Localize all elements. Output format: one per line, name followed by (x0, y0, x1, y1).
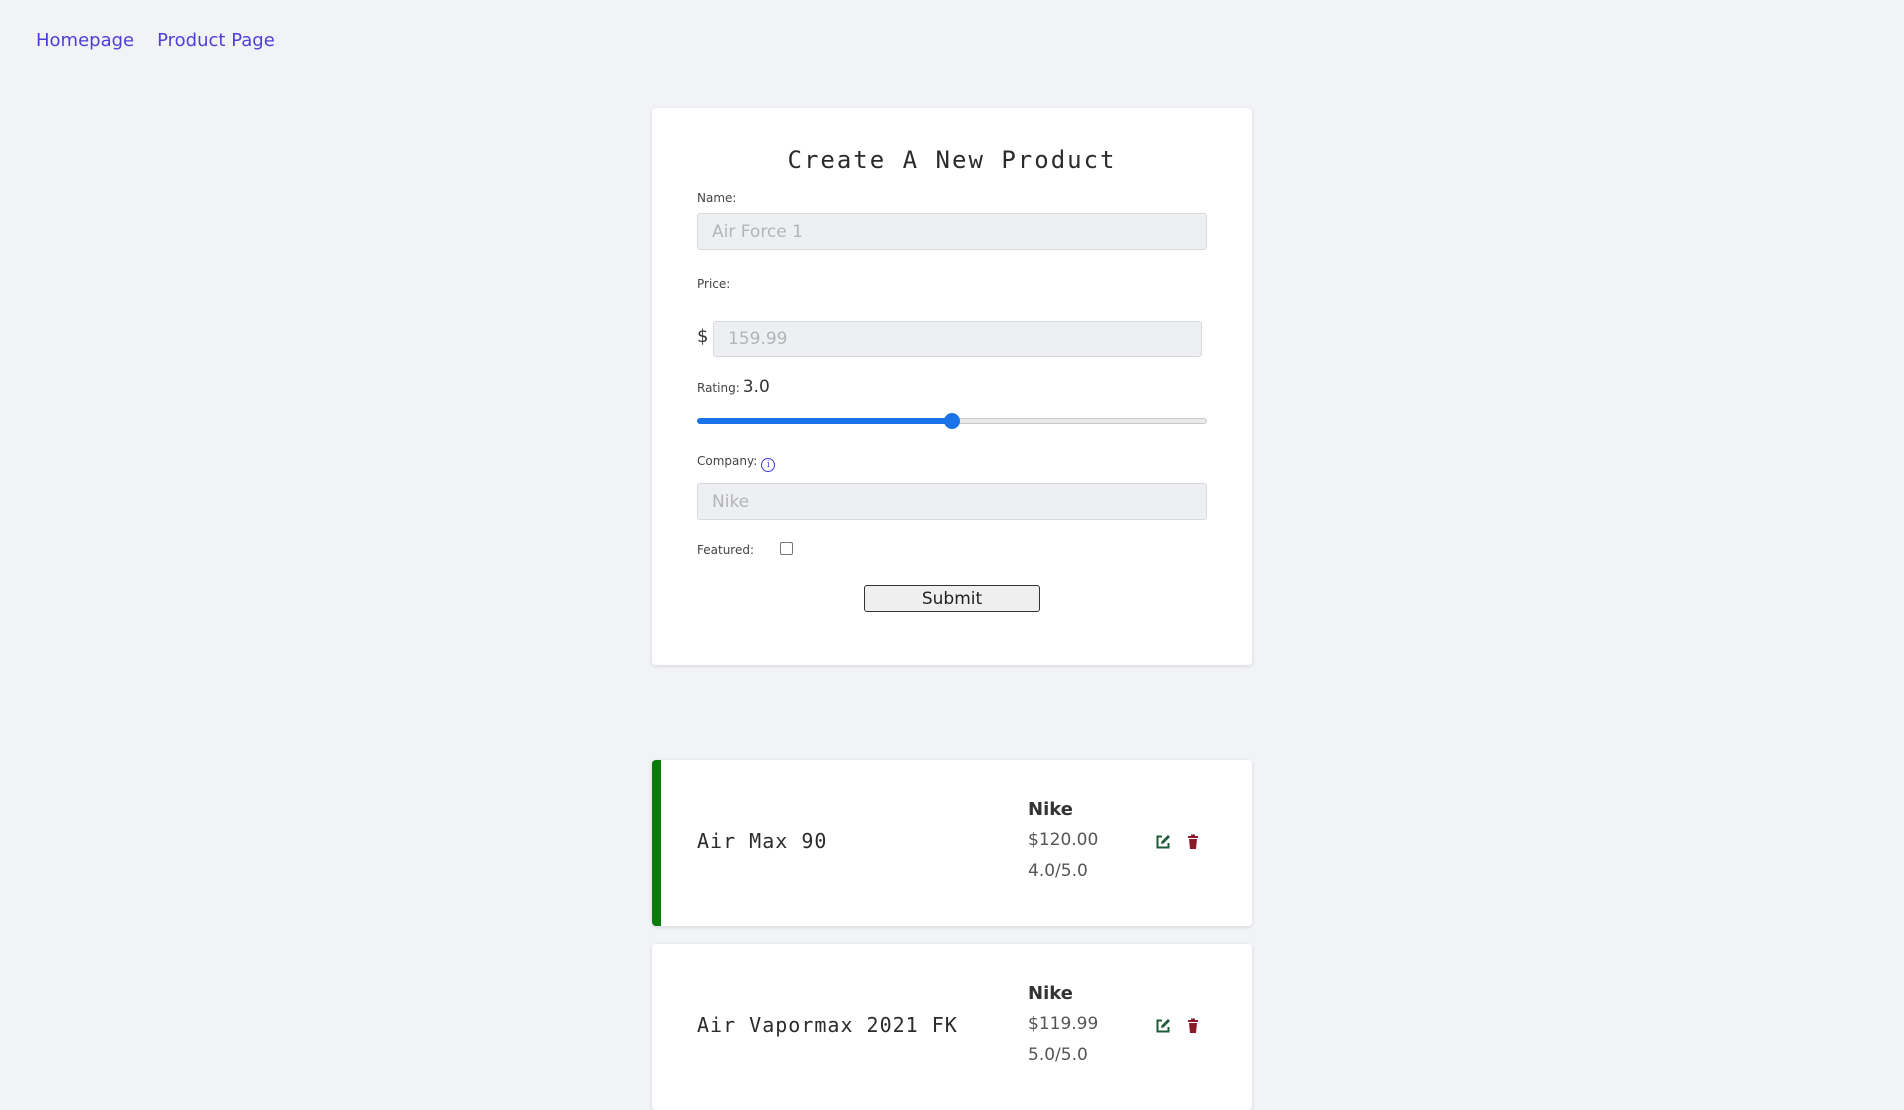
submit-button[interactable]: Submit (864, 585, 1040, 612)
edit-icon[interactable] (1155, 1018, 1171, 1034)
name-input[interactable] (697, 213, 1207, 250)
product-company: Nike (1028, 799, 1073, 820)
product-rating: 5.0/5.0 (1028, 1045, 1088, 1065)
product-price: $119.99 (1028, 1014, 1099, 1034)
product-info: Nike $120.00 4.0/5.0 (1028, 799, 1098, 892)
info-icon[interactable]: i (761, 458, 776, 472)
product-company: Nike (1028, 983, 1073, 1004)
trash-icon[interactable] (1185, 1018, 1201, 1034)
price-currency: $ (697, 326, 709, 347)
rating-label-row: Rating: 3.0 (697, 377, 770, 397)
product-actions (1155, 1018, 1201, 1034)
product-actions (1155, 834, 1201, 850)
product-card: Air Vapormax 2021 FK Nike $119.99 5.0/5.… (652, 944, 1252, 1110)
product-info: Nike $119.99 5.0/5.0 (1028, 983, 1098, 1076)
product-name: Air Vapormax 2021 FK (697, 1013, 958, 1037)
rating-slider-fill (697, 418, 952, 424)
product-rating: 4.0/5.0 (1028, 861, 1088, 881)
rating-slider[interactable] (697, 411, 1207, 431)
rating-label: Rating: (697, 381, 740, 395)
rating-slider-thumb[interactable] (944, 413, 960, 429)
top-nav: Homepage Product Page (36, 30, 275, 51)
company-label: Company: (697, 454, 758, 468)
product-name: Air Max 90 (697, 829, 828, 853)
price-input[interactable] (713, 321, 1202, 357)
nav-link-product-page[interactable]: Product Page (157, 30, 275, 51)
name-label: Name: (697, 191, 737, 205)
featured-label: Featured: (697, 543, 755, 557)
product-card: Air Max 90 Nike $120.00 4.0/5.0 (652, 760, 1252, 926)
form-title: Create A New Product (787, 146, 1117, 174)
trash-icon[interactable] (1185, 834, 1201, 850)
company-label-row: Company: i (697, 454, 776, 472)
edit-icon[interactable] (1155, 834, 1171, 850)
rating-value: 3.0 (742, 377, 770, 397)
featured-checkbox[interactable] (780, 542, 793, 555)
price-label: Price: (697, 277, 731, 291)
company-input[interactable] (697, 483, 1207, 520)
nav-link-homepage[interactable]: Homepage (36, 30, 134, 51)
create-product-form: Create A New Product Name: Price: $ Rati… (652, 108, 1252, 665)
product-price: $120.00 (1028, 830, 1099, 850)
